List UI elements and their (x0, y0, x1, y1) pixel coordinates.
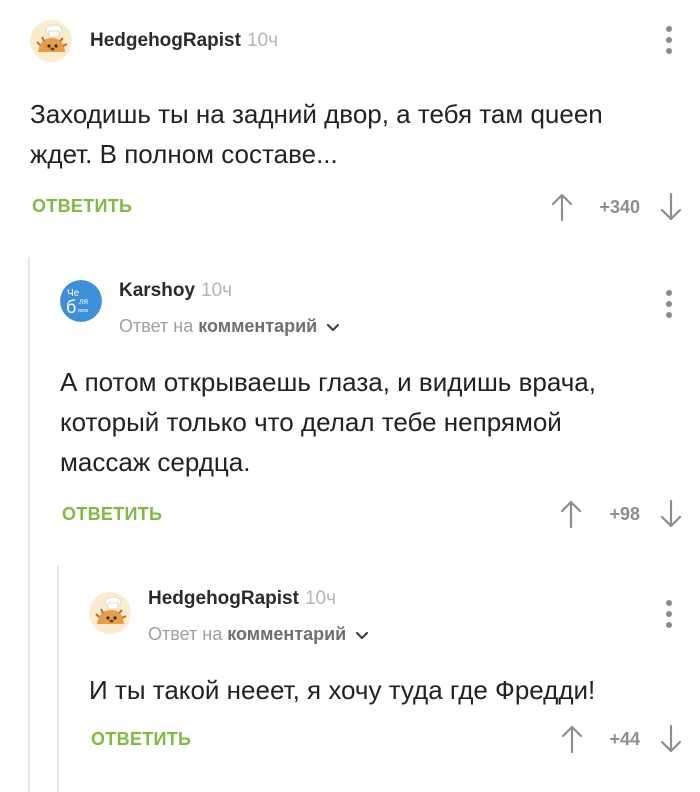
comment-author[interactable]: HedgehogRapist 10ч (148, 588, 336, 610)
upvote-arrow-icon[interactable] (560, 499, 582, 529)
comment-line: И ты такой нееет, я хочу туда где Фредди… (89, 675, 596, 705)
reply-to-prefix: Ответ на (148, 624, 223, 644)
comment: HedgehogRapist 10ч Заходишь ты на задний … (0, 0, 700, 240)
downvote-arrow-icon[interactable] (660, 724, 682, 754)
comment-line: который только что делал тебе непрямой (60, 407, 562, 437)
comment-score: +98 (609, 504, 640, 524)
reply-to-link[interactable]: Ответ на комментарий (148, 624, 369, 646)
comment-time: 10ч (246, 30, 278, 51)
comment-line: ждет. В полном составе... (30, 139, 338, 169)
reply-to-target[interactable]: комментарий (227, 624, 346, 644)
chelyabinsk-logo-avatar-icon: Че б ля инск (60, 280, 102, 322)
comment-body: А потом открываешь глаза, и видишь врача… (60, 362, 596, 482)
hedgehog-chef-avatar-icon (89, 592, 131, 634)
comment-body: И ты такой нееет, я хочу туда где Фредди… (89, 670, 595, 710)
more-options-icon[interactable] (659, 290, 679, 322)
more-options-icon[interactable] (659, 600, 679, 632)
avatar-logo-text: б (66, 297, 76, 317)
comment-author[interactable]: Karshoy 10ч (119, 280, 232, 302)
comment-line: массаж сердца. (60, 447, 251, 477)
upvote-arrow-icon[interactable] (551, 192, 573, 222)
avatar-logo-text: ля (79, 297, 88, 306)
comment-body: Заходишь ты на задний двор, а тебя там q… (30, 94, 603, 174)
comment: HedgehogRapist 10ч Ответ на комментарий И… (59, 566, 700, 792)
hedgehog-chef-avatar-icon (30, 20, 72, 62)
reply-button[interactable]: ОТВЕТИТЬ (32, 196, 132, 217)
avatar[interactable] (89, 592, 131, 634)
comment-line: А потом открываешь глаза, и видишь врача… (60, 367, 596, 397)
reply-to-link[interactable]: Ответ на комментарий (119, 316, 340, 338)
reply-to-prefix: Ответ на (119, 316, 194, 336)
downvote-arrow-icon[interactable] (660, 499, 682, 529)
comment-author[interactable]: HedgehogRapist 10ч (90, 30, 278, 52)
author-name[interactable]: HedgehogRapist (148, 588, 299, 609)
comment: Че б ля инск Karshoy 10ч Ответ на коммент… (30, 258, 700, 558)
more-options-icon[interactable] (659, 26, 679, 58)
comment-time: 10ч (201, 280, 233, 301)
comment-score: +340 (599, 197, 640, 217)
comment-line: Заходишь ты на задний двор, а тебя там q… (30, 99, 603, 129)
reply-button[interactable]: ОТВЕТИТЬ (62, 504, 162, 525)
comment-time: 10ч (304, 588, 336, 609)
avatar-logo-text: инск (78, 308, 89, 314)
avatar[interactable]: Че б ля инск (60, 280, 102, 322)
avatar[interactable] (30, 20, 72, 62)
reply-button[interactable]: ОТВЕТИТЬ (91, 729, 191, 750)
author-name[interactable]: HedgehogRapist (90, 30, 241, 51)
chevron-down-icon[interactable] (355, 625, 369, 646)
comment-score: +44 (609, 729, 640, 749)
reply-to-target[interactable]: комментарий (198, 316, 317, 336)
downvote-arrow-icon[interactable] (660, 192, 682, 222)
chevron-down-icon[interactable] (326, 317, 340, 338)
author-name[interactable]: Karshoy (119, 280, 195, 301)
